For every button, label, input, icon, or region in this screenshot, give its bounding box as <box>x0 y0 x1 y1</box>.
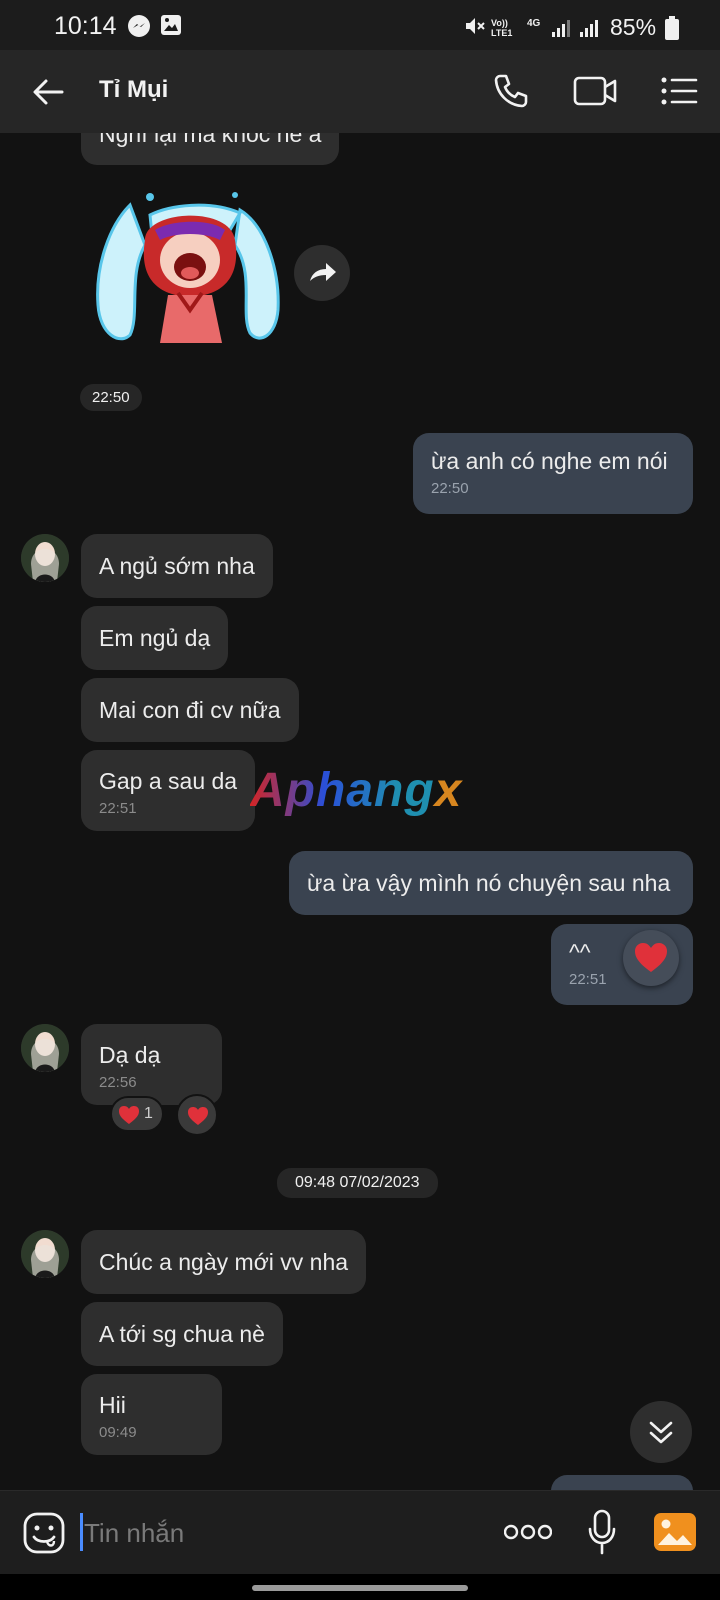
watermark-logo: Aphangx <box>250 763 462 818</box>
message-input-wrapper[interactable] <box>82 1513 482 1553</box>
message-text: ừa anh có nghe em nói <box>431 448 668 474</box>
phone-icon[interactable] <box>492 72 530 115</box>
message-bubble-incoming[interactable]: A ngủ sớm nha <box>81 534 273 598</box>
message-text: Mai con đi cv nữa <box>99 697 281 723</box>
composer-bar <box>0 1490 720 1574</box>
chat-header: Tỉ Mụi <box>0 50 720 133</box>
reaction-count-chip[interactable]: 1 <box>110 1096 164 1132</box>
forward-icon <box>310 263 336 281</box>
home-gesture-handle[interactable] <box>252 1585 468 1591</box>
battery-percent: 85% <box>610 14 657 40</box>
message-bubble-incoming[interactable]: Dạ dạ 22:56 <box>81 1024 222 1105</box>
message-text: Em ngủ dạ <box>99 625 211 651</box>
message-time: 22:51 <box>99 800 137 817</box>
message-bubble-incoming[interactable]: A tới sg chua nè <box>81 1302 283 1366</box>
message-input[interactable] <box>82 1513 482 1553</box>
emoji-sticker-icon[interactable] <box>22 1511 66 1560</box>
signal-icon-2 <box>579 18 599 43</box>
microphone-icon[interactable] <box>587 1509 617 1560</box>
mute-icon <box>463 14 487 43</box>
forward-button[interactable] <box>294 245 350 301</box>
back-arrow-icon[interactable] <box>30 74 66 115</box>
menu-list-icon[interactable] <box>660 76 698 111</box>
date-separator: 09:48 07/02/2023 <box>277 1168 438 1198</box>
message-bubble-incoming[interactable]: Chúc a ngày mới vv nha <box>81 1230 367 1294</box>
heart-icon <box>635 943 667 972</box>
message-text: Dạ dạ <box>99 1042 161 1068</box>
avatar[interactable] <box>21 1230 69 1278</box>
video-call-icon[interactable] <box>573 74 617 113</box>
message-bubble-incoming[interactable]: Em ngủ dạ <box>81 606 229 670</box>
contact-name[interactable]: Tỉ Mụi <box>99 76 168 104</box>
message-bubble-incoming[interactable]: Gap a sau da 22:51 <box>81 750 256 831</box>
4g-icon: 4G <box>527 18 541 29</box>
status-time: 10:14 <box>54 12 117 40</box>
message-bubble-incoming[interactable]: Hii 09:49 <box>81 1374 222 1455</box>
message-list[interactable]: Nghĩ lại mà khóc nè a 22:50 ừa anh có ng… <box>0 133 720 1490</box>
message-text: A ngủ sớm nha <box>99 553 255 579</box>
status-bar: 10:14 Vo)) LTE1 4G 85% <box>0 0 720 50</box>
watermark-text: Aphang <box>250 764 435 817</box>
reaction-count: 1 <box>144 1105 153 1122</box>
gallery-icon <box>160 14 182 41</box>
message-text: ừa ừa vậy mình nó chuyện sau nha <box>307 870 671 896</box>
message-text: Nghĩ lại mà khóc nè a <box>99 133 322 147</box>
volte-icon: Vo)) LTE1 <box>491 18 513 38</box>
message-text: Hii <box>99 1392 126 1418</box>
watermark-text-x: x <box>434 764 463 817</box>
battery-icon <box>665 16 679 45</box>
message-time: 22:50 <box>431 480 469 497</box>
signal-icon <box>551 18 571 43</box>
message-bubble-incoming[interactable]: Nghĩ lại mà khóc nè a <box>81 133 340 165</box>
message-text: Gap a sau da <box>99 768 238 794</box>
add-reaction-button[interactable] <box>176 1094 218 1136</box>
timestamp-pill: 22:50 <box>80 384 142 411</box>
system-navigation-bar <box>0 1574 720 1600</box>
avatar[interactable] <box>21 1024 69 1072</box>
message-bubble-outgoing[interactable]: ừa ừa vậy mình nó chuyện sau nha <box>289 851 693 915</box>
heart-icon <box>188 1107 208 1125</box>
avatar[interactable] <box>21 534 69 582</box>
message-bubble-incoming[interactable]: Mai con đi cv nữa <box>81 678 299 742</box>
double-chevron-down-icon <box>649 1421 673 1444</box>
message-time: 22:56 <box>99 1074 137 1091</box>
message-text: Chúc a ngày mới vv nha <box>99 1249 349 1275</box>
heart-icon <box>119 1106 139 1124</box>
message-bubble-outgoing[interactable]: ừa anh có nghe em nói 22:50 <box>413 433 693 514</box>
scroll-to-bottom-button[interactable] <box>630 1401 692 1463</box>
crying-sticker[interactable] <box>90 185 290 355</box>
message-time: 09:49 <box>99 1424 137 1441</box>
reaction-badge[interactable] <box>623 930 679 986</box>
message-bubble-outgoing-partial[interactable] <box>551 1475 693 1490</box>
more-options-icon[interactable] <box>503 1523 553 1546</box>
messenger-icon <box>127 14 151 43</box>
gallery-picker-icon[interactable] <box>652 1511 698 1558</box>
message-text: A tới sg chua nè <box>99 1321 265 1347</box>
